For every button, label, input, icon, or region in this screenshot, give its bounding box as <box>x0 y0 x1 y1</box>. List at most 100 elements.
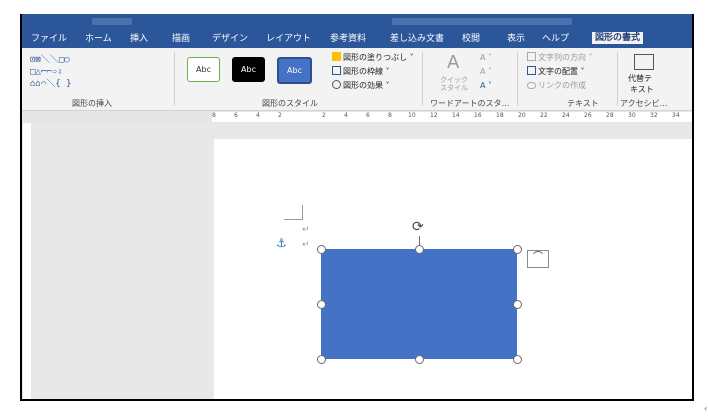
ruler-number: 28 <box>606 112 614 119</box>
paragraph-mark: ↵ <box>302 225 310 235</box>
resize-handle-left[interactable] <box>317 300 326 309</box>
ruler-number: 4 <box>256 112 260 119</box>
shape-outline-label: 図形の枠線 ˅ <box>343 67 390 76</box>
shape-fill-label: 図形の塗りつぶし ˅ <box>343 53 414 62</box>
resize-handle-bottom-right[interactable] <box>513 355 522 364</box>
ribbon: ⊡⊠＼＼□○ □△⌐⌐⇨⇩ ⌂⌂⌒＼{ } 図形の挿入 Abc Abc Abc … <box>22 48 692 111</box>
ruler-number: 20 <box>518 112 526 119</box>
tab-home[interactable]: ホーム <box>85 33 112 45</box>
align-text-button[interactable]: 文字の配置 ˅ <box>527 66 585 77</box>
corner-mark-icon: ‹ <box>704 404 708 413</box>
ruler-number: 16 <box>474 112 482 119</box>
tab-mailings[interactable]: 差し込み文書 <box>390 33 444 45</box>
vertical-ruler[interactable] <box>22 123 32 399</box>
ruler-text-area <box>23 123 31 399</box>
horizontal-ruler[interactable]: 8 6 4 2 2 4 6 8 10 12 14 16 18 20 22 24 … <box>22 111 692 123</box>
ruler-number: 26 <box>584 112 592 119</box>
tab-insert[interactable]: 挿入 <box>130 33 148 45</box>
tab-shape-format[interactable]: 図形の書式 <box>592 32 644 44</box>
resize-handle-top-right[interactable] <box>513 245 522 254</box>
tab-file[interactable]: ファイル <box>31 33 67 45</box>
title-bar <box>22 14 692 31</box>
tab-help[interactable]: ヘルプ <box>542 33 569 45</box>
group-label-shape-styles: 図形のスタイル <box>262 99 318 108</box>
ruler-number: 10 <box>408 112 416 119</box>
search-box[interactable] <box>392 18 572 25</box>
alt-text-label-2[interactable]: キスト <box>630 84 654 95</box>
shape-effects-button[interactable]: 図形の効果 ˅ <box>332 80 390 91</box>
ruler-number: 18 <box>496 112 504 119</box>
ruler-number: 4 <box>344 112 348 119</box>
layout-options-button[interactable]: ⌒ <box>527 250 549 268</box>
rectangle-shape[interactable] <box>321 249 517 359</box>
group-separator <box>174 52 175 106</box>
tab-references[interactable]: 参考資料 <box>330 33 366 45</box>
ruler-number: 8 <box>388 112 392 119</box>
create-link-label: リンクの作成 <box>538 81 586 90</box>
margin-corner-mark <box>284 205 303 220</box>
rotate-handle-icon[interactable]: ⟳ <box>412 219 424 235</box>
ruler-number: 12 <box>430 112 438 119</box>
text-effects-icon[interactable]: A ˅ <box>480 80 492 91</box>
quick-style-label: クイック スタイル <box>440 76 468 92</box>
ruler-number: 6 <box>366 112 370 119</box>
quick-access-toolbar[interactable] <box>92 18 132 25</box>
style-sample-black[interactable]: Abc <box>232 57 265 82</box>
style-sample-blue[interactable]: Abc <box>277 57 312 84</box>
ruler-number: 22 <box>540 112 548 119</box>
ruler-number: 2 <box>322 112 326 119</box>
effects-icon <box>332 80 341 89</box>
tab-review[interactable]: 校閲 <box>462 33 480 45</box>
align-text-label: 文字の配置 ˅ <box>538 67 585 76</box>
group-label-wordart: ワードアートのスタ… <box>430 99 510 108</box>
group-separator <box>517 52 518 106</box>
text-direction-label: 文字列の方向 ˅ <box>538 53 593 62</box>
group-label-accessibility: アクセシビ… <box>620 99 668 108</box>
ruler-number: 34 <box>672 112 680 119</box>
tab-layout[interactable]: レイアウト <box>266 33 311 45</box>
shape-fill-button[interactable]: 図形の塗りつぶし ˅ <box>332 52 414 63</box>
ruler-number: 32 <box>650 112 658 119</box>
shapes-gallery[interactable]: ⊡⊠＼＼□○ □△⌐⌐⇨⇩ ⌂⌂⌒＼{ } <box>30 54 152 92</box>
paint-bucket-icon <box>332 52 341 61</box>
resize-handle-right[interactable] <box>513 300 522 309</box>
ribbon-tabs: ファイル ホーム 挿入 描画 デザイン レイアウト 参考資料 差し込み文書 校閲… <box>22 31 692 48</box>
link-icon <box>527 82 536 89</box>
group-separator <box>617 52 618 106</box>
ruler-number: 2 <box>278 112 282 119</box>
resize-handle-bottom[interactable] <box>415 355 424 364</box>
style-sample-outline[interactable]: Abc <box>187 57 220 82</box>
pen-icon <box>332 66 341 75</box>
tab-design[interactable]: デザイン <box>212 33 248 45</box>
resize-handle-bottom-left[interactable] <box>317 355 326 364</box>
shape-outline-button[interactable]: 図形の枠線 ˅ <box>332 66 390 77</box>
create-link-button[interactable]: リンクの作成 <box>527 80 586 91</box>
shapes-row-2[interactable]: □△⌐⌐⇨⇩ <box>30 67 63 77</box>
group-separator <box>422 52 423 106</box>
shapes-row-3[interactable]: ⌂⌂⌒＼{ } <box>30 79 72 89</box>
ruler-number: 6 <box>234 112 238 119</box>
layout-options-icon: ⌒ <box>533 252 543 263</box>
group-label-text: テキスト <box>567 99 599 108</box>
resize-handle-top-left[interactable] <box>317 245 326 254</box>
paragraph-mark: ↵ <box>302 240 310 250</box>
ruler-number: 14 <box>452 112 460 119</box>
ruler-number: 24 <box>562 112 570 119</box>
shape-effects-label: 図形の効果 ˅ <box>343 81 390 90</box>
resize-handle-top[interactable] <box>415 245 424 254</box>
anchor-icon[interactable]: ⚓ <box>276 236 287 250</box>
tab-draw[interactable]: 描画 <box>172 33 190 45</box>
align-text-icon <box>527 66 536 75</box>
text-direction-button[interactable]: 文字列の方向 ˅ <box>527 52 593 63</box>
text-outline-icon[interactable]: A ˅ <box>480 66 492 77</box>
ruler-number: 8 <box>212 112 216 119</box>
group-label-insert-shapes: 図形の挿入 <box>72 99 112 108</box>
wordart-icon[interactable]: A <box>447 54 459 72</box>
shapes-row-1[interactable]: ⊡⊠＼＼□○ <box>30 55 70 65</box>
alt-text-label-1[interactable]: 代替テ <box>628 73 652 84</box>
picture-icon[interactable] <box>634 54 654 70</box>
text-fill-icon[interactable]: A ˅ <box>480 52 492 63</box>
ruler-number: 30 <box>628 112 636 119</box>
tab-view[interactable]: 表示 <box>507 33 525 45</box>
text-direction-icon <box>527 52 536 61</box>
